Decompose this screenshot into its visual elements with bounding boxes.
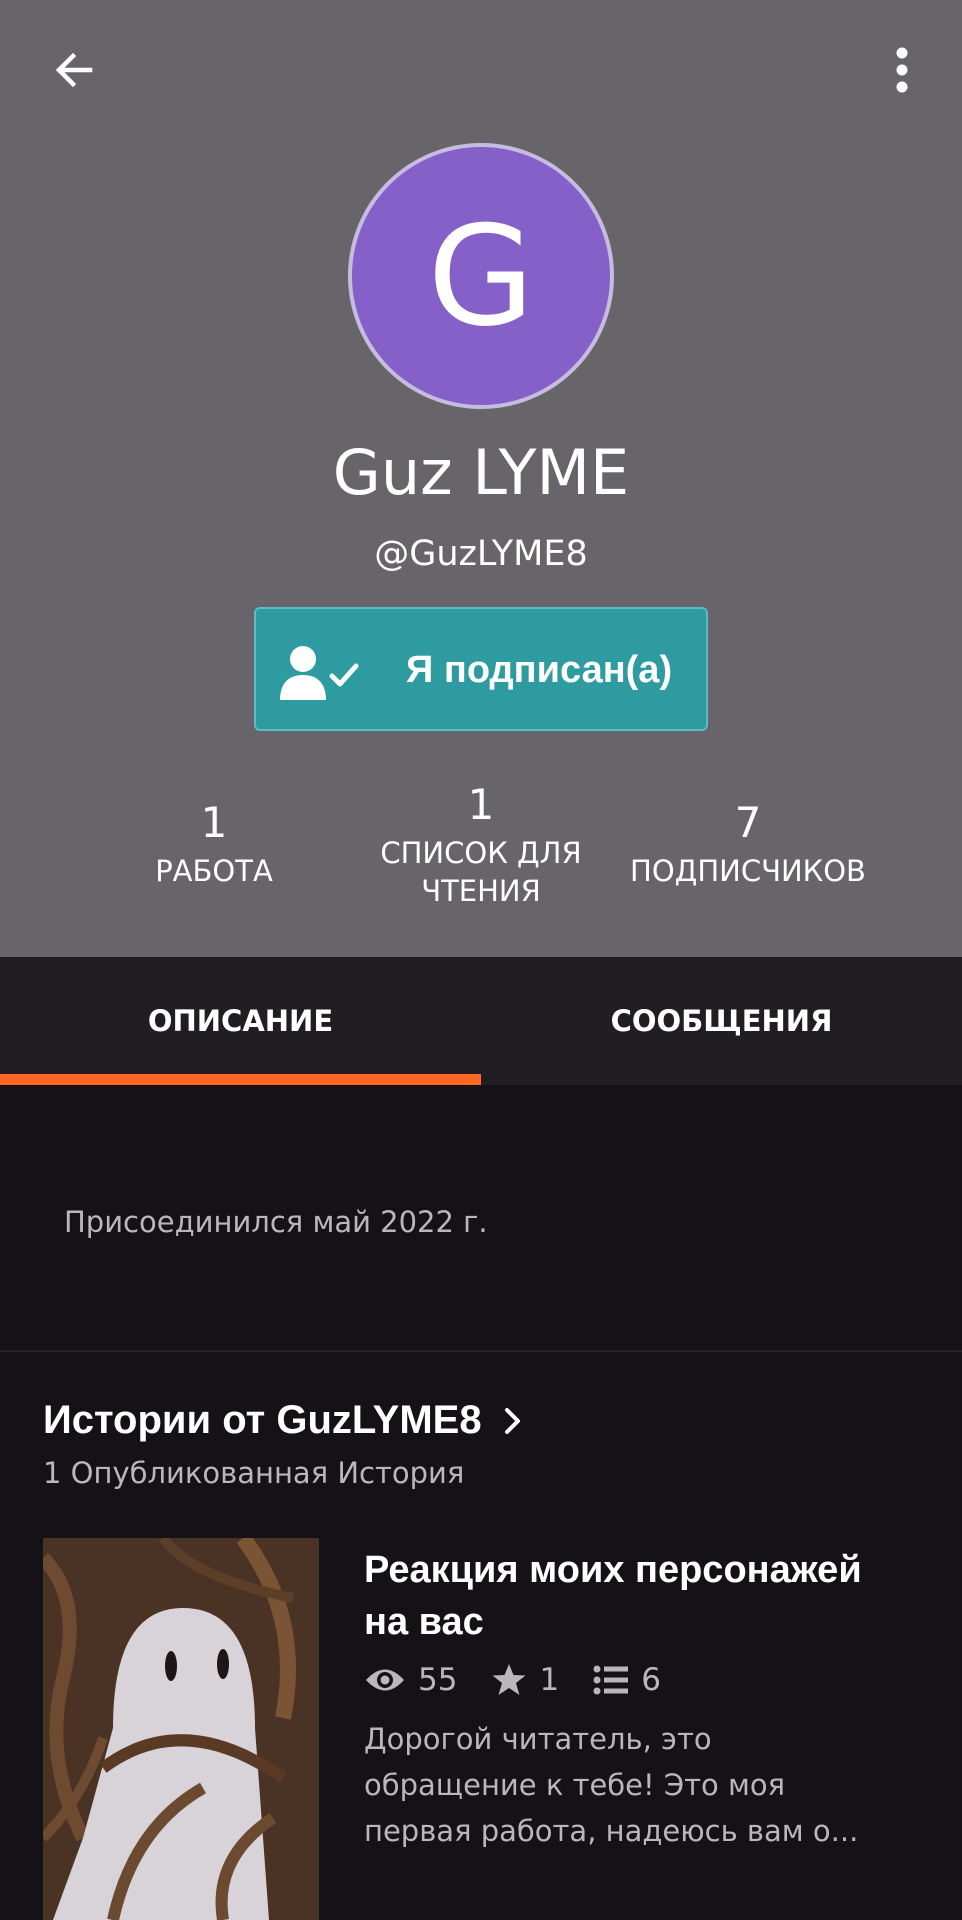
tab-messages[interactable]: СООБЩЕНИЯ bbox=[481, 957, 962, 1085]
story-title[interactable]: Реакция моих персонажей на вас bbox=[364, 1544, 884, 1648]
list-icon bbox=[593, 1665, 629, 1695]
stories-section-title-text: Истории от GuzLYME8 bbox=[43, 1398, 482, 1442]
chevron-right-icon bbox=[504, 1407, 520, 1434]
stat-followers[interactable]: 7 ПОДПИСЧИКОВ bbox=[608, 802, 888, 890]
avatar-letter: G bbox=[427, 195, 535, 357]
stat-reading-lists-label-line2: ЧТЕНИЯ bbox=[421, 874, 541, 908]
story-views: 55 bbox=[364, 1662, 457, 1698]
stat-works-label: РАБОТА bbox=[155, 854, 273, 888]
stat-reading-lists[interactable]: 1 СПИСОК ДЛЯ ЧТЕНИЯ bbox=[361, 784, 601, 910]
story-views-count: 55 bbox=[418, 1662, 458, 1698]
profile-header: G Guz LYME @GuzLYME8 Я подписан(а) 1 РАБ… bbox=[0, 0, 962, 957]
tab-about[interactable]: ОПИСАНИЕ bbox=[0, 957, 481, 1085]
joined-date: Присоединился май 2022 г. bbox=[64, 1205, 488, 1239]
story-votes: 1 bbox=[491, 1662, 559, 1698]
stat-reading-lists-label-line1: СПИСОК ДЛЯ bbox=[380, 836, 582, 870]
star-icon bbox=[492, 1664, 526, 1695]
story-parts-count: 6 bbox=[641, 1662, 661, 1698]
section-divider bbox=[0, 1350, 962, 1352]
story-description: Дорогой читатель, это обращение к тебе! … bbox=[364, 1722, 859, 1848]
eye-icon bbox=[366, 1669, 404, 1691]
stat-followers-label: ПОДПИСЧИКОВ bbox=[630, 854, 866, 888]
ghost-cover-image bbox=[43, 1538, 319, 1920]
more-vert-icon bbox=[896, 47, 908, 93]
stat-reading-lists-label: СПИСОК ДЛЯ ЧТЕНИЯ bbox=[361, 834, 601, 910]
stories-count: 1 Опубликованная История bbox=[43, 1456, 465, 1490]
profile-tabs: ОПИСАНИЕ СООБЩЕНИЯ bbox=[0, 957, 962, 1085]
story-stats: 55 1 6 bbox=[364, 1655, 695, 1705]
user-check-icon bbox=[280, 646, 359, 700]
avatar[interactable]: G bbox=[348, 143, 614, 409]
stat-reading-lists-value: 1 bbox=[467, 780, 495, 829]
story-parts: 6 bbox=[593, 1662, 661, 1698]
stat-works-value: 1 bbox=[200, 798, 228, 847]
active-tab-indicator bbox=[0, 1074, 481, 1085]
profile-display-name: Guz LYME bbox=[332, 436, 630, 509]
stories-section-title[interactable]: Истории от GuzLYME8 bbox=[43, 1398, 528, 1443]
profile-username: @GuzLYME8 bbox=[374, 534, 588, 574]
story-votes-count: 1 bbox=[539, 1662, 560, 1698]
following-button[interactable]: Я подписан(а) bbox=[254, 607, 708, 731]
story-cover[interactable] bbox=[43, 1538, 319, 1920]
following-button-label: Я подписан(а) bbox=[406, 649, 673, 691]
stat-works[interactable]: 1 РАБОТА bbox=[114, 802, 314, 890]
stat-followers-value: 7 bbox=[734, 798, 762, 847]
back-button[interactable] bbox=[40, 36, 108, 104]
more-options-button[interactable] bbox=[872, 36, 932, 104]
back-arrow-icon bbox=[55, 52, 93, 88]
